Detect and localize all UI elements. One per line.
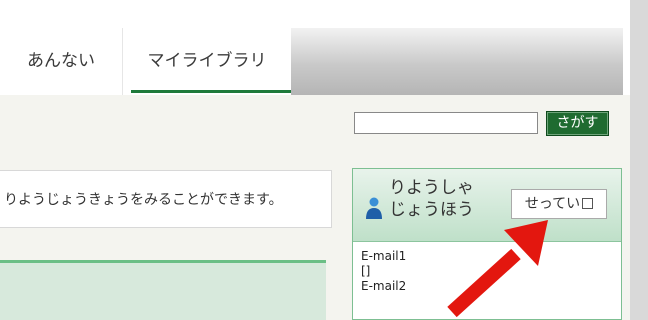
email2-label: E-mail2 bbox=[361, 279, 407, 293]
content-panel-header bbox=[0, 260, 326, 320]
user-info-body: E-mail1 [] E-mail2 bbox=[361, 249, 406, 294]
scrollbar[interactable] bbox=[630, 0, 648, 320]
user-icon bbox=[366, 197, 382, 219]
search-input[interactable] bbox=[354, 112, 538, 134]
usage-info-label: りようじょうきょうをみることができます。 bbox=[4, 192, 283, 208]
tab-bar-background bbox=[290, 28, 623, 95]
tab-mylibrary[interactable]: マイライブラリ bbox=[122, 28, 291, 95]
settings-button-label: せってい bbox=[524, 196, 581, 212]
email1-value: [] bbox=[361, 264, 371, 278]
user-info-title-line1: りようしゃ bbox=[389, 178, 474, 198]
red-arrow-annotation bbox=[447, 220, 548, 318]
tab-mylibrary-label: マイライブラリ bbox=[147, 51, 267, 71]
search-button[interactable]: さがす bbox=[546, 111, 609, 136]
tab-annai[interactable]: あんない bbox=[0, 28, 122, 95]
top-navigation: あんない マイライブラリ bbox=[0, 0, 630, 95]
search-button-label: さがす bbox=[556, 115, 599, 131]
tab-annai-label: あんない bbox=[27, 51, 95, 71]
active-tab-indicator bbox=[131, 90, 291, 93]
window-icon bbox=[582, 198, 594, 209]
usage-info-text: りようじょうきょうをみることができます。 bbox=[0, 170, 332, 228]
email1-label: E-mail1 bbox=[361, 249, 407, 263]
